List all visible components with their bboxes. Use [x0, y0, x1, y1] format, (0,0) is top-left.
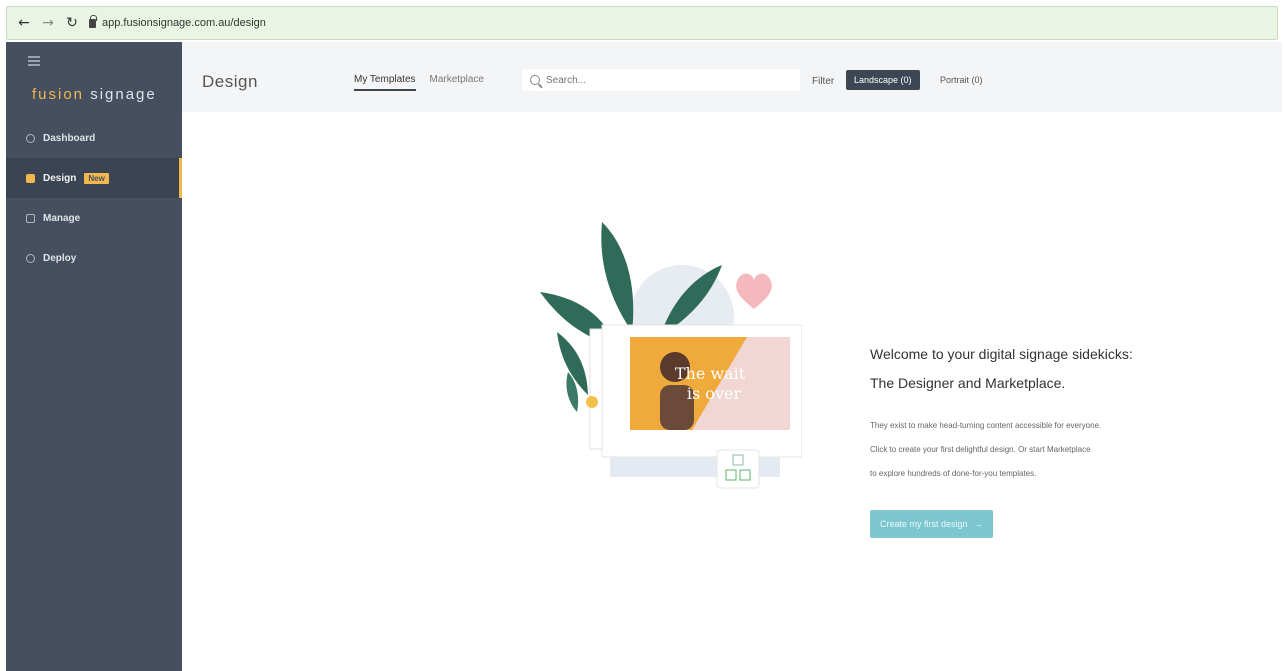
sidebar: fusion signage Dashboard Design New Mana… — [6, 42, 182, 671]
page-title: Design — [202, 72, 258, 91]
poster-text-1: The wait — [675, 364, 746, 383]
sidebar-item-dashboard[interactable]: Dashboard — [6, 118, 182, 158]
search-input[interactable] — [546, 74, 786, 86]
forward-arrow-icon[interactable]: → — [41, 16, 55, 30]
filter-label: Filter — [812, 76, 835, 87]
app: fusion signage Dashboard Design New Mana… — [6, 42, 1282, 671]
illustration-dot — [586, 396, 598, 408]
welcome-body-line: They exist to make head-turning content … — [870, 421, 1102, 430]
welcome-illustration: The wait is over — [540, 222, 802, 489]
brand-logo: fusion signage — [32, 86, 157, 103]
sidebar-item-deploy[interactable]: Deploy — [6, 238, 182, 278]
leaf-icon — [601, 222, 634, 332]
address-bar[interactable]: app.fusionsignage.com.au/design — [89, 14, 266, 32]
create-first-design-button[interactable]: Create my first design → — [870, 510, 993, 538]
welcome-body-line: to explore hundreds of done-for-you temp… — [870, 469, 1037, 478]
arrow-right-icon: → — [973, 519, 983, 529]
search-box[interactable] — [522, 69, 800, 91]
reload-icon[interactable]: ↻ — [65, 16, 79, 30]
top-header: Design My Templates Marketplace Filter L… — [182, 42, 1282, 112]
filter-portrait-button[interactable]: Portrait (0) — [932, 70, 991, 90]
sidebar-nav: Dashboard Design New Manage Deploy — [6, 118, 182, 278]
sidebar-item-label: Dashboard — [43, 132, 96, 144]
create-first-design-label: Create my first design — [880, 519, 968, 529]
tab-my-templates[interactable]: My Templates — [354, 74, 416, 91]
filter-landscape-button[interactable]: Landscape (0) — [846, 70, 920, 90]
sidebar-item-design[interactable]: Design New — [6, 158, 182, 198]
hamburger-menu-icon[interactable] — [28, 56, 40, 66]
back-arrow-icon[interactable]: ← — [17, 16, 31, 30]
heart-icon — [736, 273, 772, 309]
url-text[interactable]: app.fusionsignage.com.au/design — [102, 17, 266, 29]
welcome-body-line: Click to create your first delightful de… — [870, 445, 1091, 454]
welcome-heading-line: Welcome to your digital signage sidekick… — [870, 346, 1133, 362]
lock-icon — [89, 14, 97, 28]
welcome-heading: Welcome to your digital signage sidekick… — [870, 340, 1230, 398]
welcome-heading-line: The Designer and Marketplace. — [870, 375, 1066, 391]
browser-toolbar: ← → ↻ app.fusionsignage.com.au/design — [6, 6, 1278, 40]
manage-icon — [26, 213, 35, 223]
sidebar-item-label: Manage — [43, 212, 81, 224]
tab-marketplace[interactable]: Marketplace — [430, 74, 484, 91]
search-icon — [530, 75, 540, 85]
sidebar-item-manage[interactable]: Manage — [6, 198, 182, 238]
template-tabs: My Templates Marketplace — [354, 74, 484, 91]
design-icon — [26, 173, 35, 183]
deploy-icon — [26, 253, 35, 263]
main-content: The wait is over Welcome to your digital… — [202, 112, 1282, 671]
sidebar-item-label: Deploy — [43, 252, 77, 264]
illustration-widget — [716, 449, 760, 489]
new-badge: New — [84, 172, 109, 184]
sidebar-item-label: Design — [43, 172, 77, 184]
dashboard-icon — [26, 133, 35, 143]
welcome-description: They exist to make head-turning content … — [870, 414, 1200, 486]
poster-text-2: is over — [687, 384, 742, 403]
